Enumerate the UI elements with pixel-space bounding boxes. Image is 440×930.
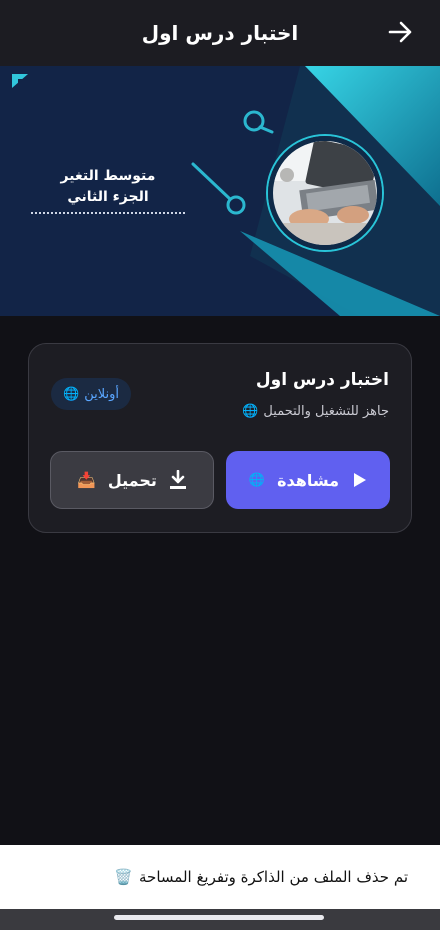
app-header: اختبار درس اول <box>0 0 440 66</box>
home-bar-area <box>0 909 440 930</box>
back-button[interactable] <box>386 17 416 47</box>
card-title: اختبار درس اول <box>255 370 389 390</box>
arrow-right-icon <box>388 21 412 43</box>
globe-icon: 🌐 <box>248 472 266 488</box>
lesson-banner: متوسط التغير الجزء الثاني <box>0 66 440 316</box>
globe-icon: 🌐 <box>63 386 80 402</box>
banner-title: متوسط التغير الجزء الثاني <box>28 166 188 214</box>
badge-label: أونلاين <box>84 386 119 402</box>
status-text: جاهز للتشغيل والتحميل <box>263 404 389 419</box>
laptop-photo <box>268 136 382 250</box>
trash-icon: 🗑️ <box>114 868 133 886</box>
toast-message: تم حذف الملف من الذاكرة وتفريغ المساحة 🗑… <box>0 845 440 909</box>
online-badge: أونلاين 🌐 <box>51 378 131 410</box>
play-icon <box>354 473 367 487</box>
card-status: جاهز للتشغيل والتحميل 🌐 <box>242 404 389 419</box>
watch-button-label: مشاهدة <box>277 470 340 490</box>
globe-icon: 🌐 <box>242 404 259 419</box>
toast-text: تم حذف الملف من الذاكرة وتفريغ المساحة <box>139 868 408 886</box>
banner-title-line2: الجزء الثاني <box>67 189 149 205</box>
download-icon <box>169 470 186 489</box>
download-button-label: تحميل <box>107 470 157 490</box>
logo-icon <box>12 74 28 88</box>
title-underline <box>31 212 185 214</box>
banner-title-line1: متوسط التغير <box>60 168 156 184</box>
watch-button[interactable]: مشاهدة 🌐 <box>226 451 390 509</box>
home-indicator[interactable] <box>114 915 324 920</box>
page-title: اختبار درس اول <box>141 21 299 45</box>
inbox-tray-icon: 📥 <box>77 471 96 489</box>
lesson-card: اختبار درس اول جاهز للتشغيل والتحميل 🌐 أ… <box>28 343 412 533</box>
download-button[interactable]: تحميل 📥 <box>50 451 214 509</box>
